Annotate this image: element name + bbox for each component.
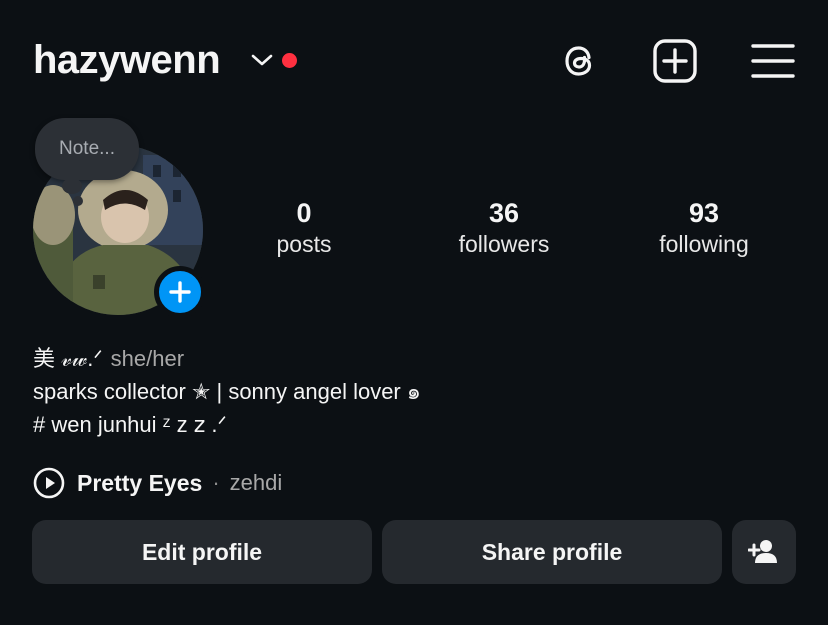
edit-profile-button[interactable]: Edit profile <box>32 520 372 584</box>
display-name: 美 𝓋𝓌.ᐟ <box>33 346 103 371</box>
song-artist: zehdi <box>229 470 283 495</box>
add-story-button[interactable] <box>154 266 206 318</box>
bio-line-2: # wen junhui ᶻ z 𝗓 .ᐟ <box>33 412 227 437</box>
music-separator: · <box>212 470 220 495</box>
create-plus-icon[interactable] <box>652 38 698 84</box>
plus-icon <box>169 281 191 303</box>
following-count: 93 <box>688 198 720 228</box>
discover-people-button[interactable] <box>732 520 796 584</box>
song-title: Pretty Eyes <box>77 469 203 496</box>
following-label: following <box>659 231 749 257</box>
posts-count: 0 <box>296 198 312 228</box>
profile-music[interactable]: Pretty Eyes · zehdi <box>33 466 282 500</box>
play-circle-icon <box>33 467 65 499</box>
note-bubble-tail-small <box>73 196 83 206</box>
edit-profile-label: Edit profile <box>141 538 263 565</box>
add-person-icon <box>748 540 777 563</box>
note-placeholder: Note... <box>59 138 115 159</box>
menu-icon[interactable] <box>750 38 796 84</box>
bio-section: 美 𝓋𝓌.ᐟ she/her sparks collector ✭ | sonny… <box>33 342 793 441</box>
note-bubble-tail <box>62 178 82 194</box>
followers-stat[interactable]: 36 followers <box>424 198 584 260</box>
note-bubble[interactable]: Note... <box>35 118 139 180</box>
share-profile-label: Share profile <box>481 538 623 565</box>
following-stat[interactable]: 93 following <box>624 198 784 260</box>
username[interactable]: hazywenn <box>33 38 221 83</box>
posts-stat[interactable]: 0 posts <box>224 198 384 260</box>
bio-line-1: sparks collector ✭ | sonny angel lover ๑ <box>33 379 421 404</box>
threads-icon[interactable] <box>556 38 602 84</box>
followers-label: followers <box>458 231 550 257</box>
chevron-down-icon[interactable] <box>250 50 274 70</box>
pronouns: she/her <box>110 346 185 371</box>
notification-dot <box>282 53 297 68</box>
share-profile-button[interactable]: Share profile <box>382 520 722 584</box>
profile-header: hazywenn <box>0 0 828 120</box>
posts-label: posts <box>276 231 332 257</box>
followers-count: 36 <box>488 198 520 228</box>
